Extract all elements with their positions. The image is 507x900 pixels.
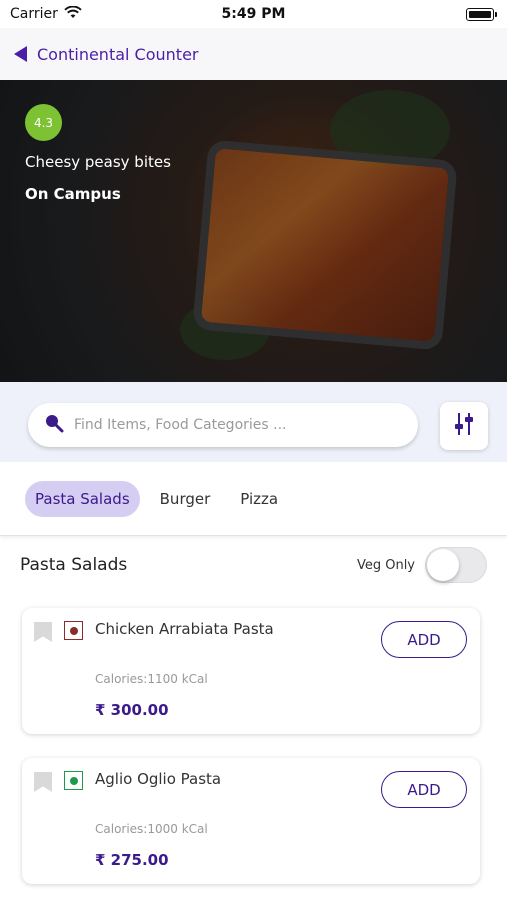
- item-calories: Calories:1100 kCal: [95, 672, 208, 686]
- bookmark-icon[interactable]: [34, 772, 52, 792]
- rating-badge: 4.3: [25, 104, 62, 141]
- nav-bar: Continental Counter: [0, 28, 507, 80]
- item-price: ₹ 275.00: [95, 851, 169, 869]
- filter-button[interactable]: [440, 402, 488, 450]
- section-title: Pasta Salads: [20, 555, 128, 575]
- toggle-knob: [427, 549, 459, 581]
- menu-item-card: Aglio Oglio Pasta Calories:1000 kCal ₹ 2…: [22, 758, 480, 884]
- filter-sliders-icon: [453, 411, 475, 441]
- category-tabs: Pasta Salads Burger Pizza: [0, 462, 507, 536]
- search-icon: [44, 413, 64, 437]
- add-button[interactable]: ADD: [381, 621, 467, 658]
- hero-overlay: [0, 80, 507, 382]
- section-header: Pasta Salads Veg Only: [20, 545, 487, 585]
- tab-pasta-salads[interactable]: Pasta Salads: [25, 480, 140, 517]
- veg-icon: [64, 771, 83, 790]
- item-calories: Calories:1000 kCal: [95, 822, 208, 836]
- item-name: Chicken Arrabiata Pasta: [95, 620, 274, 638]
- search-strip: [0, 382, 507, 462]
- tab-pizza[interactable]: Pizza: [230, 481, 288, 517]
- restaurant-tagline: Cheesy peasy bites: [25, 153, 171, 171]
- tab-burger[interactable]: Burger: [150, 481, 221, 517]
- back-button-label[interactable]: Continental Counter: [37, 45, 199, 64]
- back-triangle-icon[interactable]: [14, 46, 27, 62]
- hero-banner: 4.3 Cheesy peasy bites On Campus: [0, 80, 507, 382]
- bookmark-icon[interactable]: [34, 622, 52, 642]
- search-box[interactable]: [28, 403, 418, 447]
- veg-only-control: Veg Only: [357, 547, 487, 583]
- status-time: 5:49 PM: [221, 6, 286, 22]
- search-input[interactable]: [74, 417, 394, 433]
- item-price: ₹ 300.00: [95, 701, 169, 719]
- status-bar: Carrier 5:49 PM: [0, 0, 507, 28]
- restaurant-location: On Campus: [25, 185, 121, 203]
- item-name: Aglio Oglio Pasta: [95, 770, 222, 788]
- add-button[interactable]: ADD: [381, 771, 467, 808]
- non-veg-icon: [64, 621, 83, 640]
- veg-only-label: Veg Only: [356, 557, 415, 573]
- veg-only-toggle[interactable]: [425, 547, 487, 583]
- battery-icon: [466, 7, 497, 21]
- menu-item-card: Chicken Arrabiata Pasta Calories:1100 kC…: [22, 608, 480, 734]
